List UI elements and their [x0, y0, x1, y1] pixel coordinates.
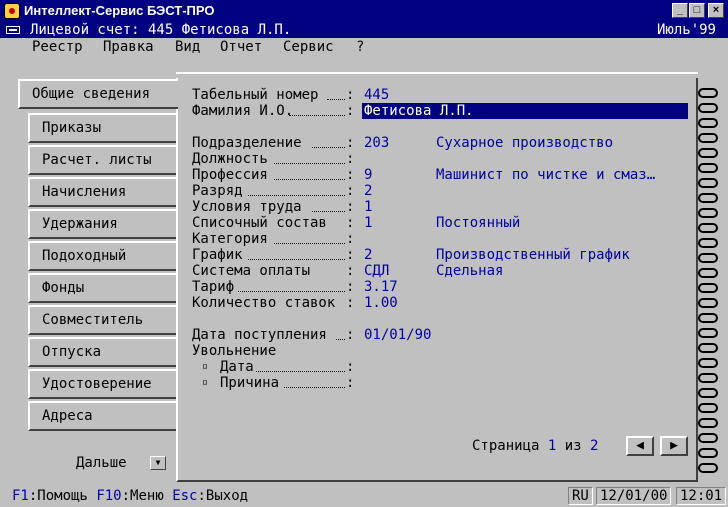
status-bar: F1:Помощь F10:Меню Esc:Выход RU 12/01/00…: [0, 485, 728, 507]
tab-accruals[interactable]: Начисления: [28, 177, 176, 207]
arrow-left-icon: ◀: [636, 438, 644, 453]
field-label: Условия труда: [192, 199, 302, 215]
field-label: Причина: [220, 375, 280, 391]
menu-service[interactable]: Сервис: [283, 38, 334, 56]
hotkeys: F1:Помощь F10:Меню Esc:Выход: [12, 487, 248, 505]
bullet-icon: ▫: [202, 361, 209, 372]
field-label: Тариф: [192, 279, 235, 295]
f1-label: :Помощь: [28, 488, 88, 504]
tab-label: Отпуска: [42, 344, 102, 360]
field-label: Профессия: [192, 167, 268, 183]
field-label: Дата: [220, 359, 254, 375]
minimize-button[interactable]: _: [672, 3, 688, 18]
tab-income-tax[interactable]: Подоходный: [28, 241, 176, 271]
menu-registry[interactable]: Реестр: [32, 38, 83, 56]
work-conditions-value[interactable]: 1: [364, 199, 372, 215]
field-label: Категория: [192, 231, 268, 247]
tab-payslips[interactable]: Расчет. листы: [28, 145, 176, 175]
department-name: Сухарное производство: [436, 135, 614, 151]
field-label: Разряд: [192, 183, 243, 199]
field-label: Фамилия И.О.: [192, 103, 294, 119]
pay-system-name: Сдельная: [436, 263, 504, 279]
record-bar: Лицевой счет: 445 Фетисова Л.П. Июль'99: [0, 22, 728, 38]
tab-label: Удостоверение: [42, 376, 152, 392]
maximize-button[interactable]: □: [689, 3, 705, 18]
app-icon[interactable]: [4, 3, 20, 19]
hire-date-value[interactable]: 01/01/90: [364, 327, 431, 343]
page-label: Страница: [472, 438, 540, 454]
full-name-input[interactable]: Фетисова Л.П.: [362, 103, 688, 119]
more-tabs-label: Дальше: [76, 455, 127, 471]
schedule-code[interactable]: 2: [364, 247, 372, 263]
field-label: Система оплаты: [192, 263, 311, 279]
pay-system-code[interactable]: СДЛ: [364, 263, 389, 279]
field-label: Увольнение: [192, 343, 277, 359]
tab-certificate[interactable]: Удостоверение: [28, 369, 176, 399]
tariff-value[interactable]: 3.17: [364, 279, 398, 295]
menu-edit[interactable]: Правка: [103, 38, 154, 56]
period-label: Июль'99: [656, 22, 716, 38]
esc-label: :Выход: [197, 488, 249, 504]
tab-label: Общие сведения: [32, 86, 151, 102]
field-label: График: [192, 247, 243, 263]
window-title-bar: Интеллект-Сервис БЭСТ-ПРО _ □ ×: [0, 0, 728, 22]
field-label: Дата поступления: [192, 327, 327, 343]
page-top-edge: [176, 72, 698, 78]
tab-number-value[interactable]: 445: [364, 87, 389, 103]
page-of: из: [564, 438, 582, 454]
field-label: Табельный номер: [192, 87, 319, 103]
system-menu-icon[interactable]: [6, 26, 20, 34]
menu-report[interactable]: Отчет: [220, 38, 262, 56]
tab-addresses[interactable]: Адреса: [28, 401, 176, 431]
field-label: Количество ставок: [192, 295, 336, 311]
tab-part-timer[interactable]: Совместитель: [28, 305, 176, 335]
menu-bar: Реестр Правка Вид Отчет Сервис ?: [0, 38, 728, 56]
tab-label: Начисления: [42, 184, 127, 200]
next-page-button[interactable]: ▶: [660, 436, 688, 456]
f1-key[interactable]: F1: [12, 488, 29, 504]
field-label: Подразделение: [192, 135, 302, 151]
language-indicator: RU: [568, 487, 593, 505]
profession-code[interactable]: 9: [364, 167, 372, 183]
staff-list-name: Постоянный: [436, 215, 521, 231]
tab-vacations[interactable]: Отпуска: [28, 337, 176, 367]
close-button[interactable]: ×: [708, 3, 724, 18]
esc-key[interactable]: Esc: [172, 488, 197, 504]
field-label: Должность: [192, 151, 268, 167]
f10-key[interactable]: F10: [96, 488, 121, 504]
staff-list-code[interactable]: 1: [364, 215, 372, 231]
tab-label: Приказы: [42, 120, 102, 136]
rates-value[interactable]: 1.00: [364, 295, 398, 311]
window-title: Интеллект-Сервис БЭСТ-ПРО: [24, 3, 215, 18]
time-indicator: 12:01: [676, 487, 727, 505]
tab-label: Адреса: [42, 408, 93, 424]
tab-funds[interactable]: Фонды: [28, 273, 176, 303]
prev-page-button[interactable]: ◀: [626, 436, 654, 456]
f10-label: :Меню: [121, 488, 164, 504]
tab-general[interactable]: Общие сведения: [18, 79, 178, 109]
profession-name: Машинист по чистке и смаз…: [436, 167, 656, 183]
tab-orders[interactable]: Приказы: [28, 113, 176, 143]
menu-view[interactable]: Вид: [175, 38, 200, 56]
grade-value[interactable]: 2: [364, 183, 372, 199]
tab-label: Удержания: [42, 216, 118, 232]
bullet-icon: ▫: [202, 377, 209, 388]
tab-label: Фонды: [42, 280, 85, 296]
tab-label: Расчет. листы: [42, 152, 152, 168]
tab-label: Подоходный: [42, 248, 127, 264]
menu-help[interactable]: ?: [356, 38, 364, 56]
tab-label: Совместитель: [42, 312, 144, 328]
schedule-name: Производственный график: [436, 247, 630, 263]
account-title: Лицевой счет: 445 Фетисова Л.П.: [30, 22, 292, 38]
more-tabs-button[interactable]: ▼: [150, 456, 166, 470]
page-total: 2: [590, 438, 599, 454]
arrow-right-icon: ▶: [670, 438, 678, 453]
department-code[interactable]: 203: [364, 135, 389, 151]
page-indicator: Страница 1 из 2: [472, 438, 598, 454]
date-indicator: 12/01/00: [596, 487, 672, 505]
page-current: 1: [547, 438, 557, 454]
field-label: Списочный состав: [192, 215, 327, 231]
tab-deductions[interactable]: Удержания: [28, 209, 176, 239]
